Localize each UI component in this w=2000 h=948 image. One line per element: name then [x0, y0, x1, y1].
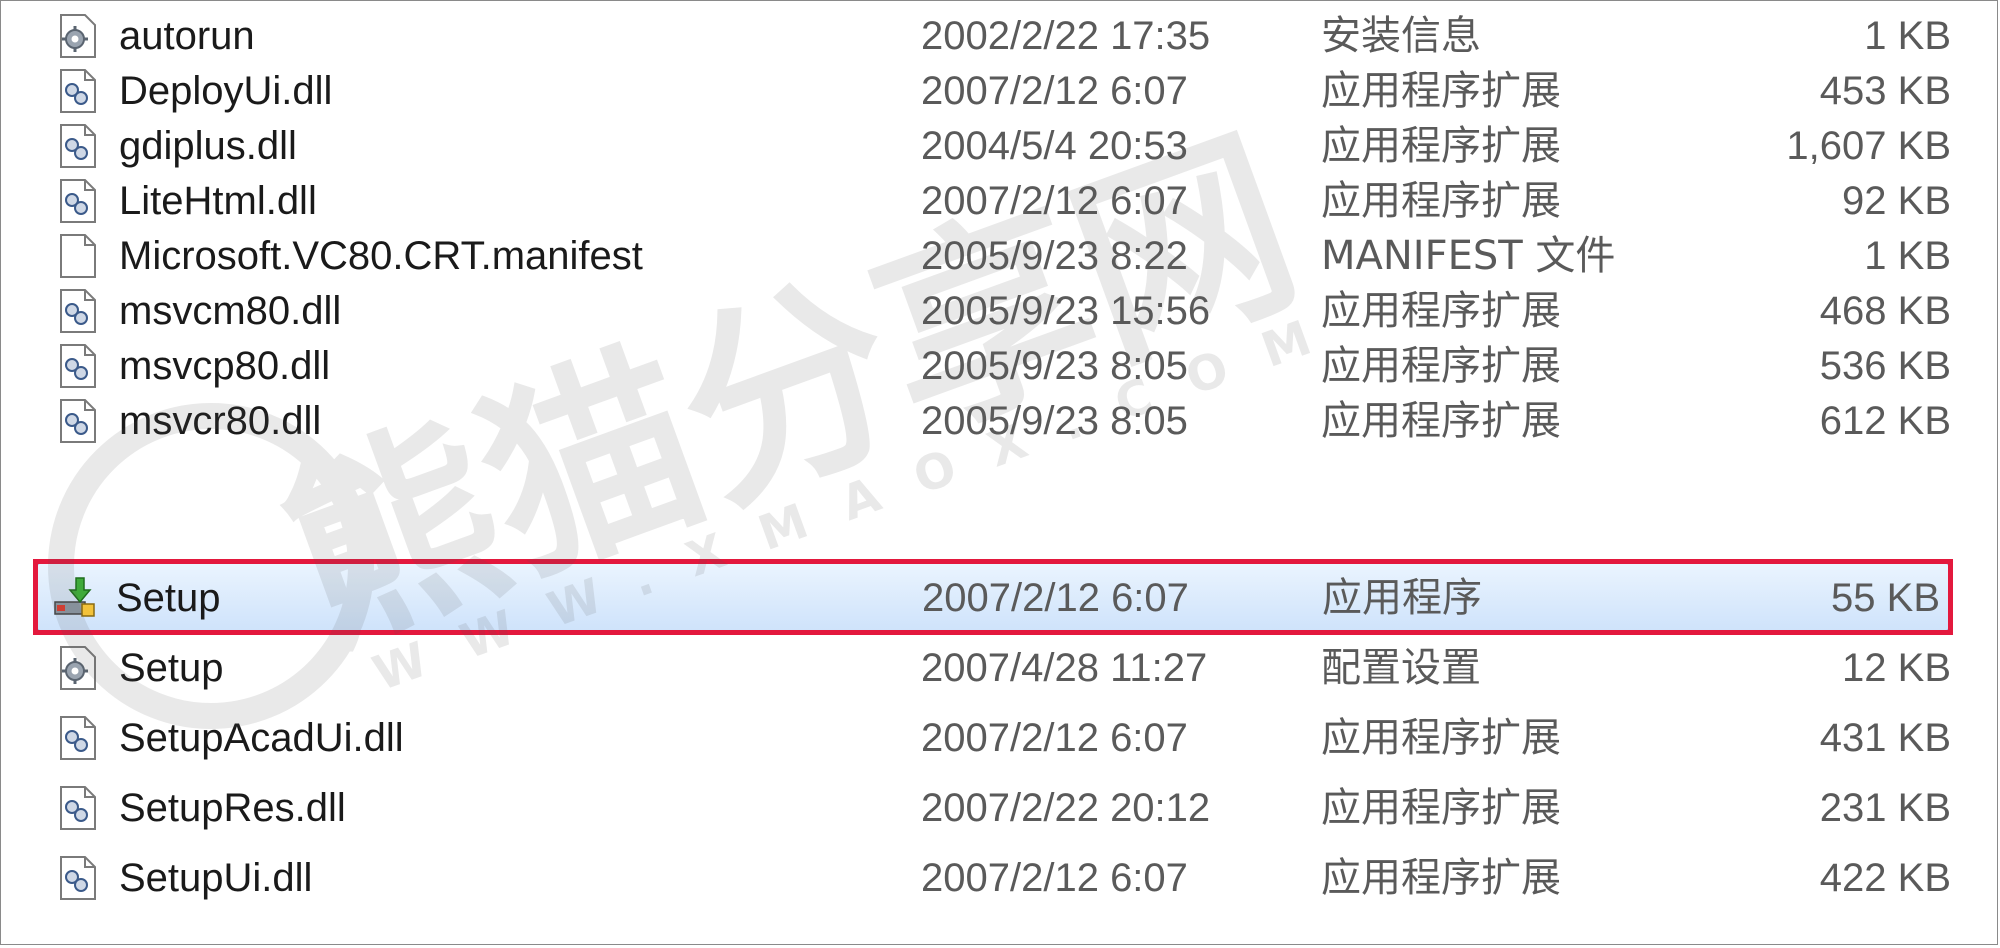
file-date: 2007/2/12 6:07 [921, 716, 1188, 760]
dll-file-icon [55, 343, 101, 389]
file-date: 2007/2/12 6:07 [921, 856, 1188, 900]
file-type: 应用程序扩展 [1321, 715, 1561, 761]
dll-file-icon [55, 288, 101, 334]
dll-file-icon [55, 123, 101, 169]
file-row[interactable]: SetupUi.dll 2007/2/12 6:07 应用程序扩展 422 KB [41, 843, 1951, 913]
file-type: 配置设置 [1321, 645, 1481, 691]
file-date: 2007/2/22 20:12 [921, 786, 1211, 830]
file-size: 55 KB [1831, 576, 1940, 620]
file-size: 12 KB [1842, 646, 1951, 690]
dll-file-icon [55, 785, 101, 831]
file-name: Setup [119, 646, 224, 690]
file-date: 2007/2/12 6:07 [922, 576, 1189, 620]
file-name: msvcr80.dll [119, 399, 322, 443]
file-type: 应用程序 [1322, 575, 1482, 621]
dll-file-icon [55, 178, 101, 224]
file-size: 431 KB [1819, 716, 1951, 760]
file-row[interactable]: SetupRes.dll 2007/2/22 20:12 应用程序扩展 231 … [41, 773, 1951, 843]
file-size: 422 KB [1819, 856, 1951, 900]
file-date: 2005/9/23 8:05 [921, 399, 1188, 443]
file-name: SetupAcadUi.dll [119, 716, 404, 760]
file-size: 612 KB [1819, 399, 1951, 443]
dll-file-icon [55, 855, 101, 901]
file-row[interactable]: msvcr80.dll 2005/9/23 8:05 应用程序扩展 612 KB [41, 386, 1951, 456]
setup-installer-icon [52, 574, 98, 620]
file-type: 应用程序扩展 [1321, 398, 1561, 444]
dll-file-icon [55, 715, 101, 761]
file-type: 应用程序扩展 [1321, 855, 1561, 901]
settings-file-icon [55, 645, 101, 691]
file-row[interactable]: Setup 2007/4/28 11:27 配置设置 12 KB [41, 633, 1951, 703]
file-name: SetupUi.dll [119, 856, 313, 900]
file-row-selected[interactable]: Setup 2007/2/12 6:07 应用程序 55 KB [37, 563, 1949, 631]
dll-file-icon [55, 68, 101, 114]
file-name: Setup [116, 576, 221, 620]
file-size: 231 KB [1819, 786, 1951, 830]
settings-file-icon [55, 13, 101, 59]
file-type: 应用程序扩展 [1321, 785, 1561, 831]
blank-file-icon [55, 233, 101, 279]
file-list-window: autorun 2002/2/22 17:35 安装信息 1 KB Deploy… [0, 0, 1998, 945]
file-name: SetupRes.dll [119, 786, 346, 830]
file-row[interactable]: SetupAcadUi.dll 2007/2/12 6:07 应用程序扩展 43… [41, 703, 1951, 773]
file-date: 2007/4/28 11:27 [921, 646, 1208, 690]
dll-file-icon [55, 398, 101, 444]
